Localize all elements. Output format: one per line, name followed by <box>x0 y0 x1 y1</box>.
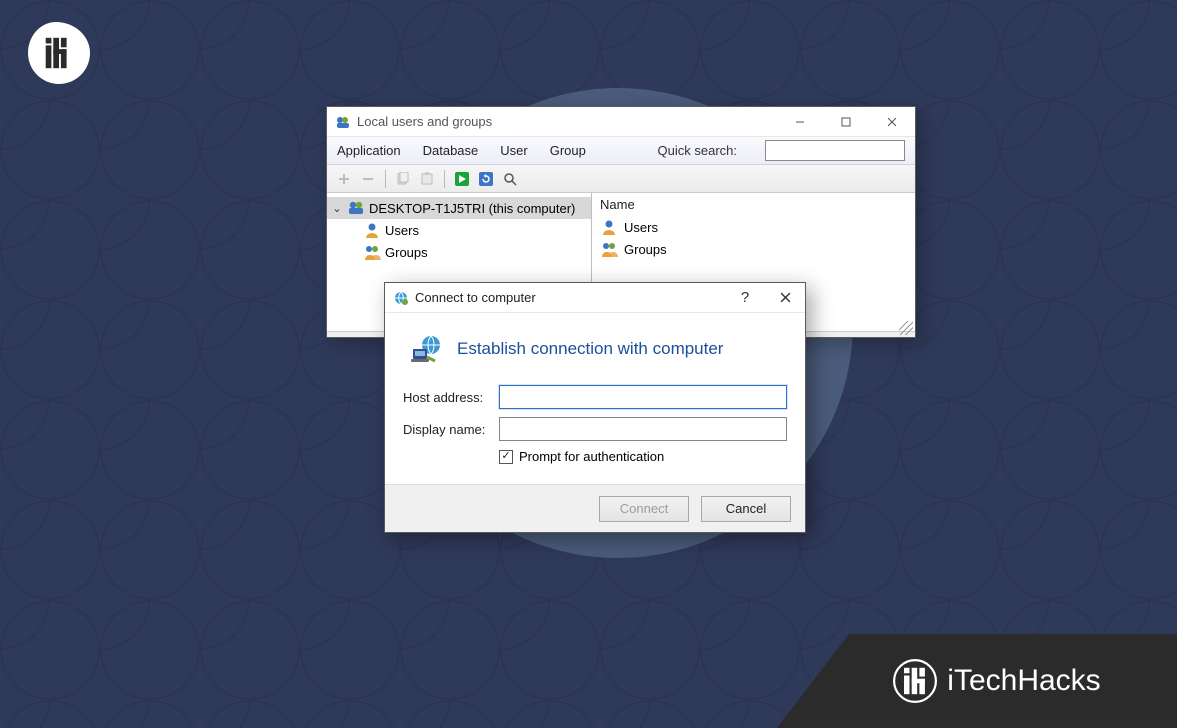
brand-name: iTechHacks <box>947 664 1100 698</box>
dialog-heading-row: Establish connection with computer <box>409 331 787 367</box>
dialog-close-button[interactable] <box>765 283 805 313</box>
computer-users-icon <box>347 199 365 217</box>
list-row-users[interactable]: Users <box>600 216 907 238</box>
checkbox-icon: ✓ <box>499 450 513 464</box>
dialog-heading: Establish connection with computer <box>457 339 723 359</box>
menu-database[interactable]: Database <box>423 143 479 158</box>
toolbar <box>327 165 915 193</box>
close-button[interactable] <box>869 107 915 137</box>
menu-user[interactable]: User <box>500 143 527 158</box>
chevron-down-icon[interactable]: ⌄ <box>331 202 343 215</box>
tree-users[interactable]: Users <box>327 219 591 241</box>
list-users-label: Users <box>624 220 658 235</box>
host-address-input[interactable] <box>499 385 787 409</box>
window-title: Local users and groups <box>357 114 492 129</box>
quick-search-input[interactable] <box>765 140 905 161</box>
app-icon <box>335 114 351 130</box>
toolbar-add-button[interactable] <box>333 168 355 190</box>
resize-grip[interactable] <box>899 321 913 335</box>
cancel-button[interactable]: Cancel <box>701 496 791 522</box>
toolbar-copy-button[interactable] <box>392 168 414 190</box>
dialog-titlebar: Connect to computer ? <box>385 283 805 313</box>
prompt-auth-checkbox[interactable]: ✓ Prompt for authentication <box>499 449 787 464</box>
connection-icon <box>409 331 445 367</box>
user-icon <box>363 221 381 239</box>
connect-dialog: Connect to computer ? Establish connecti… <box>384 282 806 533</box>
list-row-groups[interactable]: Groups <box>600 238 907 260</box>
connect-button[interactable]: Connect <box>599 496 689 522</box>
list-header-name[interactable]: Name <box>600 197 907 212</box>
quick-search-label: Quick search: <box>658 143 737 158</box>
network-icon <box>393 290 409 306</box>
menu-group[interactable]: Group <box>550 143 586 158</box>
display-name-input[interactable] <box>499 417 787 441</box>
tree-groups-label: Groups <box>385 245 428 260</box>
toolbar-remove-button[interactable] <box>357 168 379 190</box>
toolbar-refresh-button[interactable] <box>475 168 497 190</box>
dialog-help-button[interactable]: ? <box>725 283 765 313</box>
host-address-label: Host address: <box>403 390 499 405</box>
user-icon <box>600 218 618 236</box>
list-groups-label: Groups <box>624 242 667 257</box>
brand-badge <box>28 22 90 84</box>
group-icon <box>363 243 381 261</box>
tree-root-label: DESKTOP-T1J5TRI (this computer) <box>369 201 575 216</box>
dialog-title: Connect to computer <box>415 290 536 305</box>
toolbar-run-button[interactable] <box>451 168 473 190</box>
prompt-auth-label: Prompt for authentication <box>519 449 664 464</box>
tree-root[interactable]: ⌄ DESKTOP-T1J5TRI (this computer) <box>327 197 591 219</box>
maximize-button[interactable] <box>823 107 869 137</box>
dialog-footer: Connect Cancel <box>385 484 805 532</box>
menubar: Application Database User Group Quick se… <box>327 137 915 165</box>
tree-users-label: Users <box>385 223 419 238</box>
menu-application[interactable]: Application <box>337 143 401 158</box>
tree-groups[interactable]: Groups <box>327 241 591 263</box>
toolbar-search-button[interactable] <box>499 168 521 190</box>
toolbar-paste-button[interactable] <box>416 168 438 190</box>
display-name-label: Display name: <box>403 422 499 437</box>
minimize-button[interactable] <box>777 107 823 137</box>
window-titlebar: Local users and groups <box>327 107 915 137</box>
group-icon <box>600 240 618 258</box>
